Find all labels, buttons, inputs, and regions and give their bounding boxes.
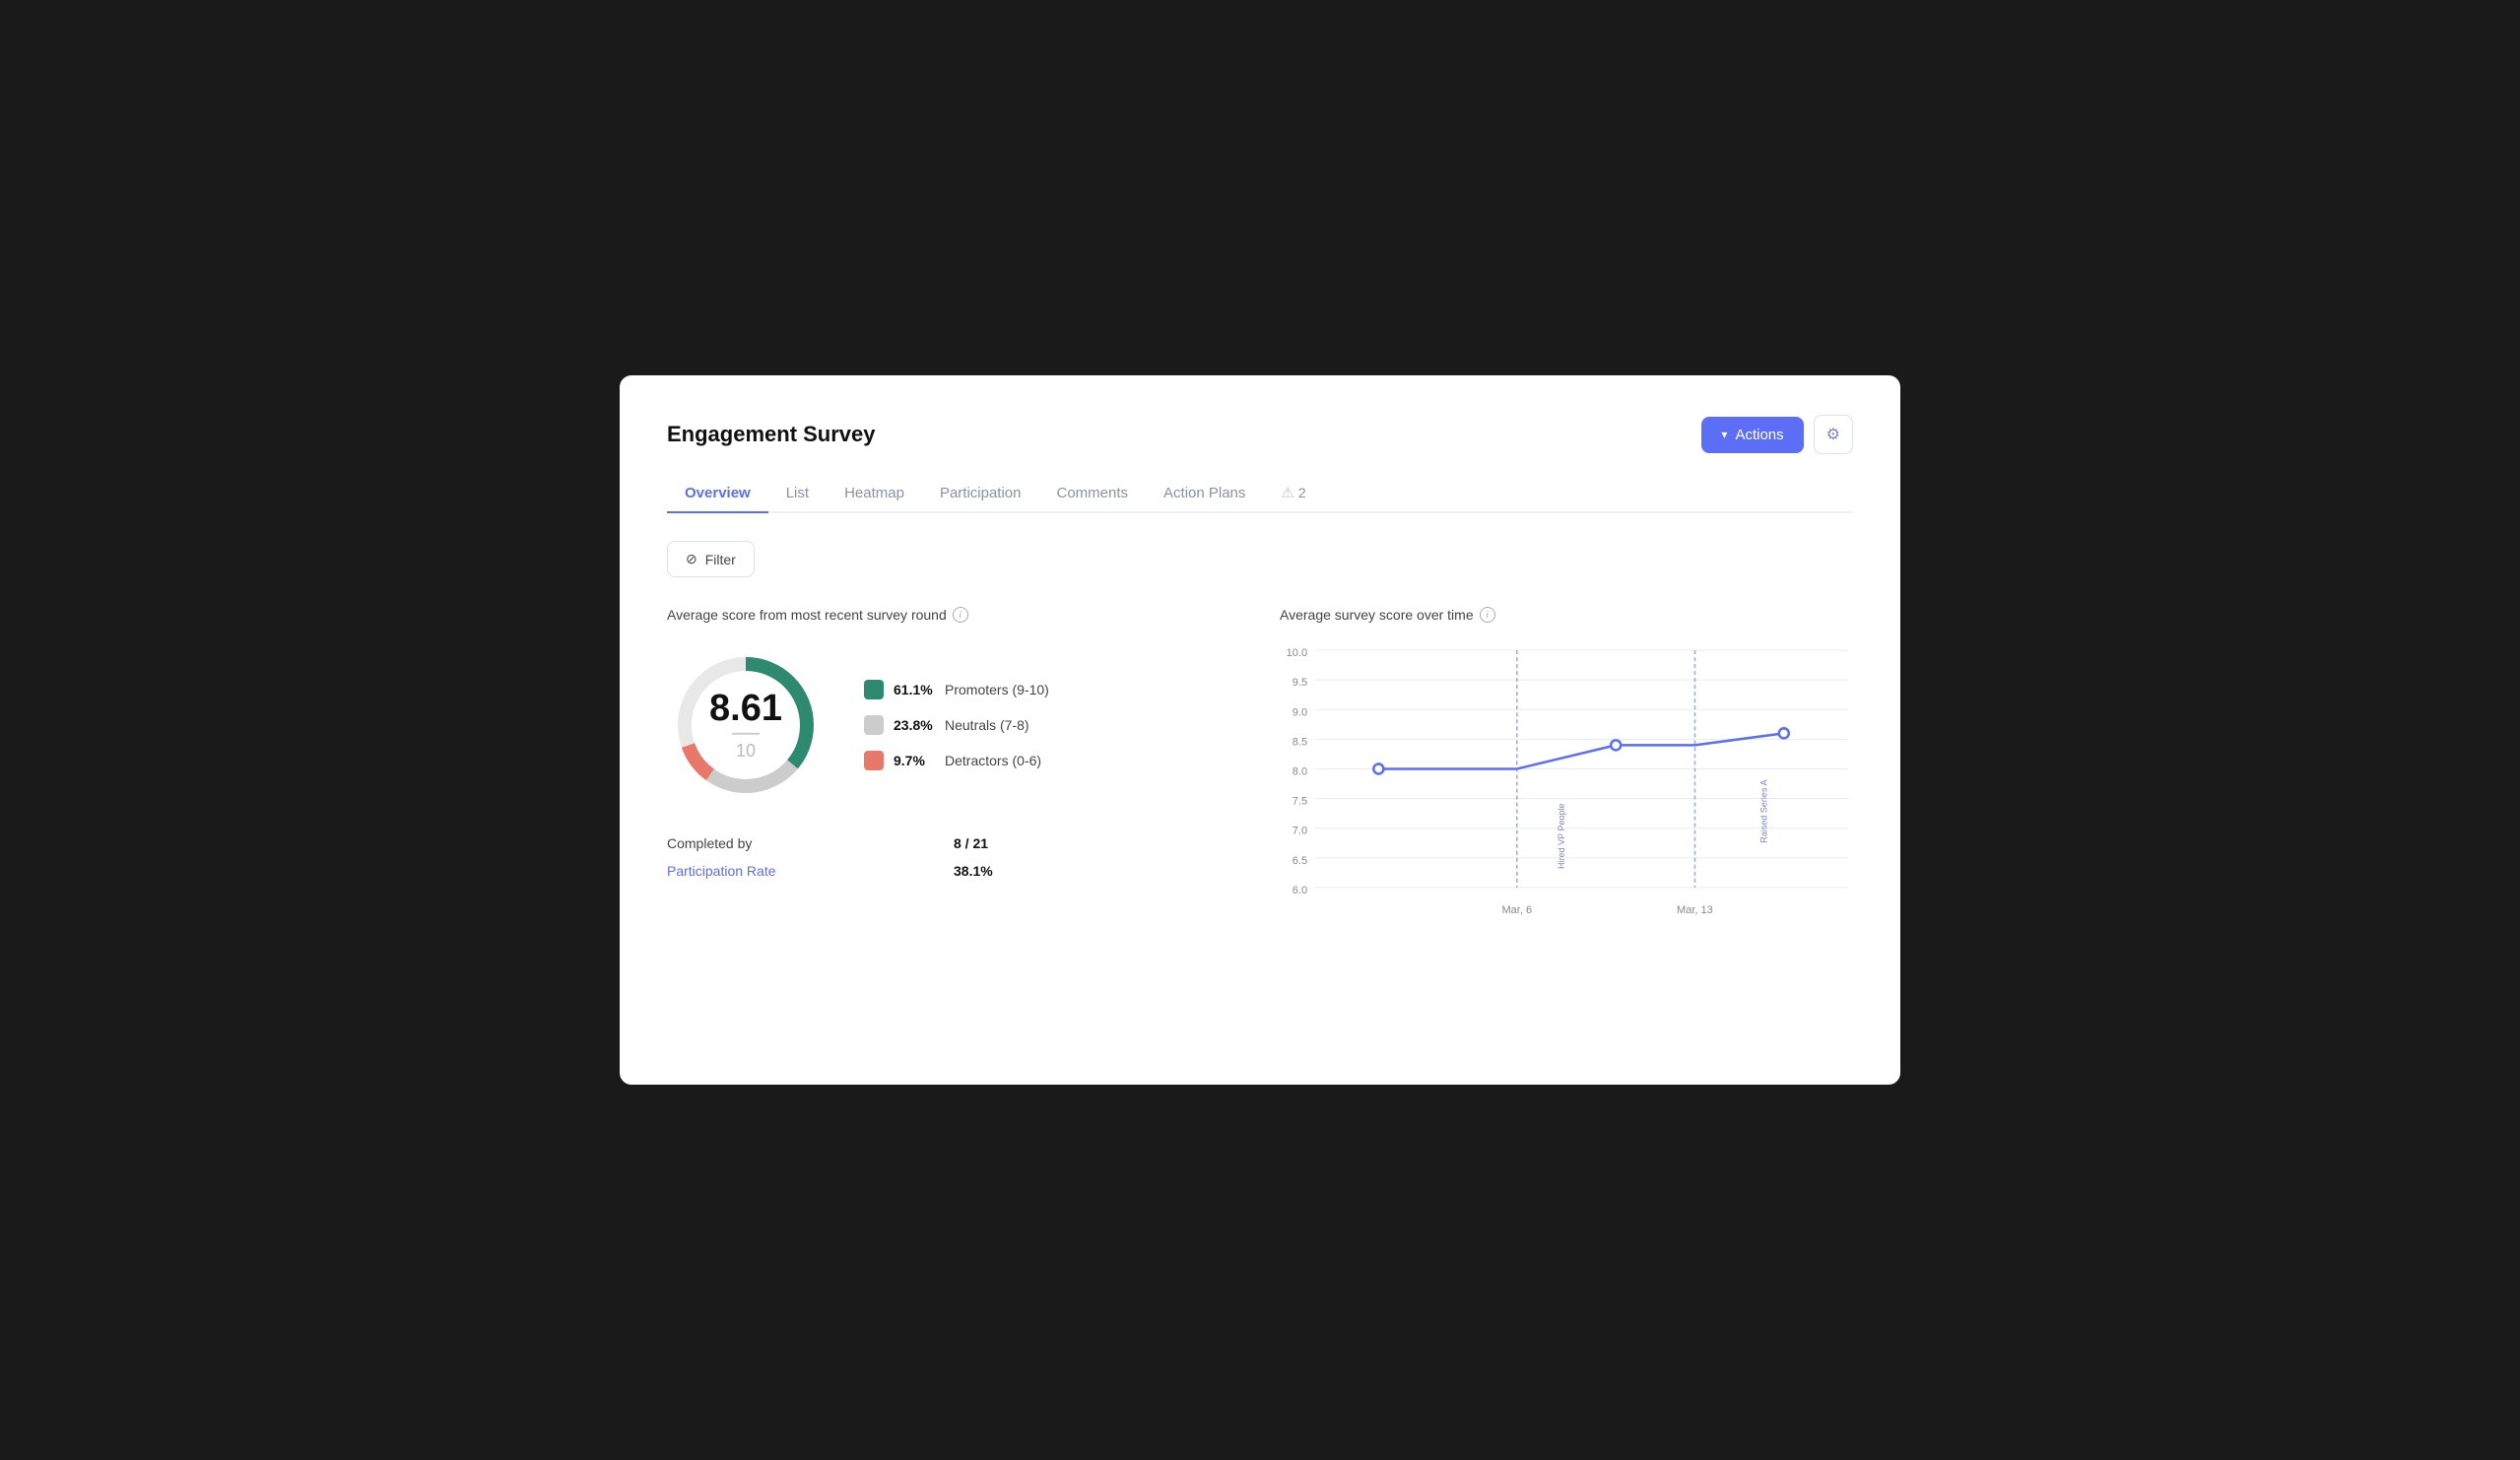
tab-participation[interactable]: Participation: [922, 475, 1039, 513]
tab-action-plans[interactable]: Action Plans: [1146, 475, 1263, 513]
left-panel: Average score from most recent survey ro…: [667, 607, 1240, 960]
svg-text:Mar, 13: Mar, 13: [1677, 904, 1713, 916]
donut-chart: 8.61 10: [667, 646, 825, 804]
svg-text:6.5: 6.5: [1293, 855, 1307, 867]
left-section-label: Average score from most recent survey ro…: [667, 607, 1240, 623]
header-actions: ▾ Actions ⚙: [1701, 415, 1853, 454]
tab-overview[interactable]: Overview: [667, 475, 768, 513]
content-grid: Average score from most recent survey ro…: [667, 607, 1853, 960]
svg-text:8.0: 8.0: [1293, 765, 1307, 777]
filter-icon: ⊘: [686, 551, 697, 567]
page-title: Engagement Survey: [667, 422, 876, 447]
tab-badge: ⚠ 2: [1263, 474, 1323, 513]
promoter-color: [864, 680, 884, 699]
svg-text:7.5: 7.5: [1293, 796, 1307, 808]
warning-icon: ⚠: [1281, 484, 1293, 501]
tab-heatmap[interactable]: Heatmap: [827, 475, 922, 513]
svg-text:Raised Series A: Raised Series A: [1759, 780, 1769, 843]
svg-text:10.0: 10.0: [1287, 647, 1307, 659]
gear-icon: ⚙: [1826, 425, 1840, 444]
svg-text:9.5: 9.5: [1293, 677, 1307, 689]
legend-neutrals: 23.8% Neutrals (7-8): [864, 715, 1049, 735]
info-icon-right: i: [1480, 607, 1495, 623]
page-header: Engagement Survey ▾ Actions ⚙: [667, 415, 1853, 454]
svg-text:7.0: 7.0: [1293, 826, 1307, 837]
chart-title: Average survey score over time i: [1280, 607, 1853, 623]
tab-comments[interactable]: Comments: [1038, 475, 1146, 513]
chart-svg-wrapper: 10.0 9.5 9.0 8.5 8.0 7.5 7.0 6.5 6.0: [1280, 638, 1853, 960]
stats-row: Completed by 8 / 21 Participation Rate 3…: [667, 835, 1240, 879]
svg-text:6.0: 6.0: [1293, 885, 1307, 896]
neutral-color: [864, 715, 884, 735]
svg-text:Hired VP People: Hired VP People: [1557, 803, 1566, 869]
filter-button[interactable]: ⊘ Filter: [667, 541, 755, 577]
tab-bar: Overview List Heatmap Participation Comm…: [667, 474, 1853, 513]
right-panel: Average survey score over time i 10.0 9.…: [1280, 607, 1853, 960]
legend-promoters: 61.1% Promoters (9-10): [864, 680, 1049, 699]
svg-text:8.5: 8.5: [1293, 736, 1307, 748]
svg-text:Mar, 6: Mar, 6: [1502, 904, 1533, 916]
donut-divider: [732, 733, 760, 735]
svg-text:9.0: 9.0: [1293, 706, 1307, 718]
legend-detractors: 9.7% Detractors (0-6): [864, 751, 1049, 770]
tab-list[interactable]: List: [768, 475, 827, 513]
participation-rate-link[interactable]: Participation Rate: [667, 863, 954, 879]
info-icon-left: i: [953, 607, 968, 623]
line-chart-svg: 10.0 9.5 9.0 8.5 8.0 7.5 7.0 6.5 6.0: [1280, 638, 1853, 955]
score-legend: 61.1% Promoters (9-10) 23.8% Neutrals (7…: [864, 680, 1049, 770]
actions-button[interactable]: ▾ Actions: [1701, 417, 1803, 453]
filter-area: ⊘ Filter: [667, 541, 1853, 577]
settings-button[interactable]: ⚙: [1814, 415, 1853, 454]
detractor-color: [864, 751, 884, 770]
donut-center: 8.61 10: [709, 690, 782, 762]
main-window: Engagement Survey ▾ Actions ⚙ Overview L…: [620, 375, 1900, 1085]
score-section: 8.61 10 61.1% Promoters (9-10) 23.8%: [667, 646, 1240, 804]
chevron-down-icon: ▾: [1721, 428, 1727, 441]
